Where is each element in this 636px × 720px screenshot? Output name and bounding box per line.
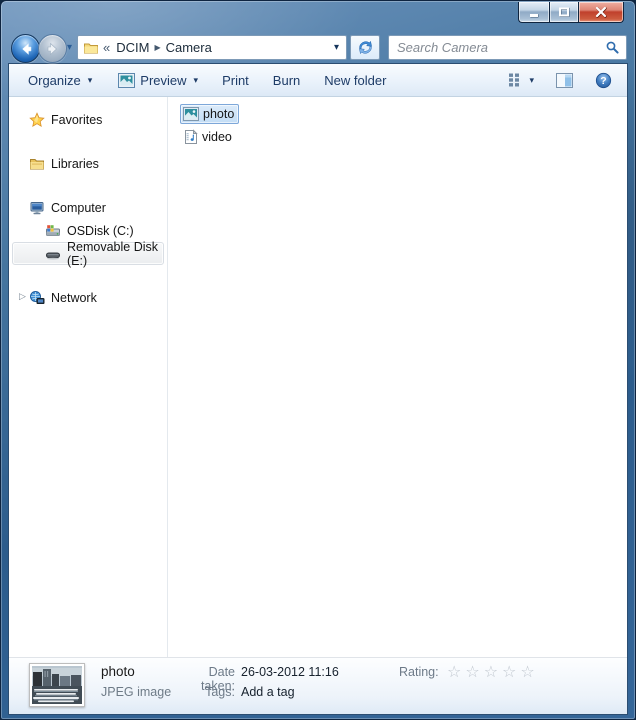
sidebar-item-label: OSDisk (C:) xyxy=(67,224,134,238)
rating-stars[interactable]: ☆☆☆☆☆ xyxy=(447,662,539,681)
burn-button[interactable]: Burn xyxy=(266,69,307,92)
star-icon xyxy=(29,112,45,128)
address-bar[interactable]: « DCIM ▶ Camera ▾ xyxy=(77,35,347,60)
media-file-icon xyxy=(183,129,198,145)
file-item-video[interactable]: video xyxy=(180,127,237,147)
sidebar-group-computer: Computer xyxy=(9,196,167,265)
back-button[interactable] xyxy=(11,34,40,63)
preview-button[interactable]: Preview ▾ xyxy=(111,69,205,92)
removable-drive-icon xyxy=(45,246,61,262)
main-area: Favorites Libraries xyxy=(9,97,627,657)
tile-grid-icon xyxy=(507,72,523,88)
search-box xyxy=(388,35,627,60)
computer-icon xyxy=(29,200,45,216)
command-toolbar: Organize ▾ Preview ▾ Print Burn Ne xyxy=(9,64,627,97)
history-dropdown[interactable]: ▾ xyxy=(67,42,72,53)
folder-icon xyxy=(29,156,45,172)
date-taken-value: 26-03-2012 11:16 xyxy=(241,665,339,679)
forward-button[interactable] xyxy=(38,34,67,63)
breadcrumb-item-dcim[interactable]: DCIM xyxy=(112,40,153,55)
print-label: Print xyxy=(222,73,249,88)
tags-label: Tags: xyxy=(173,685,235,699)
search-icon[interactable] xyxy=(605,40,620,55)
sidebar-item-label: Removable Disk (E:) xyxy=(67,240,163,268)
question-mark-icon: ? xyxy=(595,72,612,89)
add-tag-field[interactable]: Add a tag xyxy=(241,685,295,699)
sidebar-item-label: Favorites xyxy=(51,113,102,127)
sidebar-item-computer[interactable]: Computer xyxy=(12,196,164,219)
file-list: photo video xyxy=(167,97,627,657)
navigation-bar: ▾ « DCIM ▶ Camera ▾ xyxy=(1,31,635,64)
sidebar-item-label: Libraries xyxy=(51,157,99,171)
maximize-icon xyxy=(556,4,572,20)
new-folder-label: New folder xyxy=(324,73,386,88)
maximize-button[interactable] xyxy=(549,2,578,23)
chevron-down-icon: ▾ xyxy=(194,75,199,86)
details-file-name: photo xyxy=(101,664,135,679)
print-button[interactable]: Print xyxy=(215,69,256,92)
new-folder-button[interactable]: New folder xyxy=(317,69,393,92)
refresh-button[interactable] xyxy=(350,35,380,60)
search-input[interactable] xyxy=(395,39,605,56)
network-icon xyxy=(29,290,45,306)
arrow-right-icon xyxy=(45,41,61,57)
arrow-left-icon xyxy=(18,41,34,57)
organize-button[interactable]: Organize ▾ xyxy=(21,69,99,92)
sidebar-group-network: ▷ Network xyxy=(9,286,167,309)
preview-pane-button[interactable] xyxy=(553,70,576,91)
folder-icon xyxy=(83,40,99,56)
explorer-window: ▾ « DCIM ▶ Camera ▾ xyxy=(0,0,636,720)
burn-label: Burn xyxy=(273,73,300,88)
split-pane-icon xyxy=(556,73,573,88)
picture-icon xyxy=(118,73,135,88)
pane-divider xyxy=(167,97,168,657)
expander-icon[interactable]: ▷ xyxy=(19,291,26,302)
toolbar-right-group: ▾ ? xyxy=(504,69,615,92)
sidebar-item-favorites[interactable]: Favorites xyxy=(12,108,164,131)
breadcrumb-separator-icon: ▶ xyxy=(153,43,161,52)
chevron-down-icon: ▾ xyxy=(529,75,534,86)
file-row: video xyxy=(180,127,627,148)
sidebar-item-libraries[interactable]: Libraries xyxy=(12,152,164,175)
file-row: photo xyxy=(180,104,627,124)
close-icon xyxy=(592,4,610,20)
hard-drive-icon xyxy=(45,223,61,239)
window-content: Organize ▾ Preview ▾ Print Burn Ne xyxy=(8,63,628,715)
refresh-icon xyxy=(357,39,374,56)
details-file-type: JPEG image xyxy=(101,685,171,699)
minimize-button[interactable] xyxy=(518,2,549,23)
rating-label: Rating: xyxy=(399,665,439,679)
address-dropdown[interactable]: ▾ xyxy=(331,42,342,53)
sidebar-group-libraries: Libraries xyxy=(9,152,167,175)
marina-photo-thumbnail xyxy=(32,666,82,704)
change-view-button[interactable]: ▾ xyxy=(504,69,537,91)
breadcrumb-collapse-chevron[interactable]: « xyxy=(99,40,112,55)
sidebar-group-favorites: Favorites xyxy=(9,108,167,131)
window-controls xyxy=(518,2,624,23)
sidebar-item-network[interactable]: ▷ Network xyxy=(12,286,164,309)
svg-text:?: ? xyxy=(600,75,606,87)
navigation-pane: Favorites Libraries xyxy=(9,97,167,657)
preview-label: Preview xyxy=(140,73,186,88)
breadcrumb-item-camera[interactable]: Camera xyxy=(162,40,216,55)
chevron-down-icon: ▾ xyxy=(88,75,93,86)
close-button[interactable] xyxy=(578,2,624,23)
sidebar-item-removable-disk-e[interactable]: Removable Disk (E:) xyxy=(12,242,164,265)
file-item-photo[interactable]: photo xyxy=(180,104,239,124)
minimize-icon xyxy=(526,4,542,20)
file-name: photo xyxy=(203,107,234,121)
file-name: video xyxy=(202,130,232,144)
sidebar-item-label: Network xyxy=(51,291,97,305)
image-file-icon xyxy=(183,107,199,121)
file-thumbnail xyxy=(29,663,85,707)
sidebar-item-label: Computer xyxy=(51,201,106,215)
help-button[interactable]: ? xyxy=(592,69,615,92)
organize-label: Organize xyxy=(28,73,81,88)
details-pane: photo JPEG image Date taken: 26-03-2012 … xyxy=(9,657,627,714)
